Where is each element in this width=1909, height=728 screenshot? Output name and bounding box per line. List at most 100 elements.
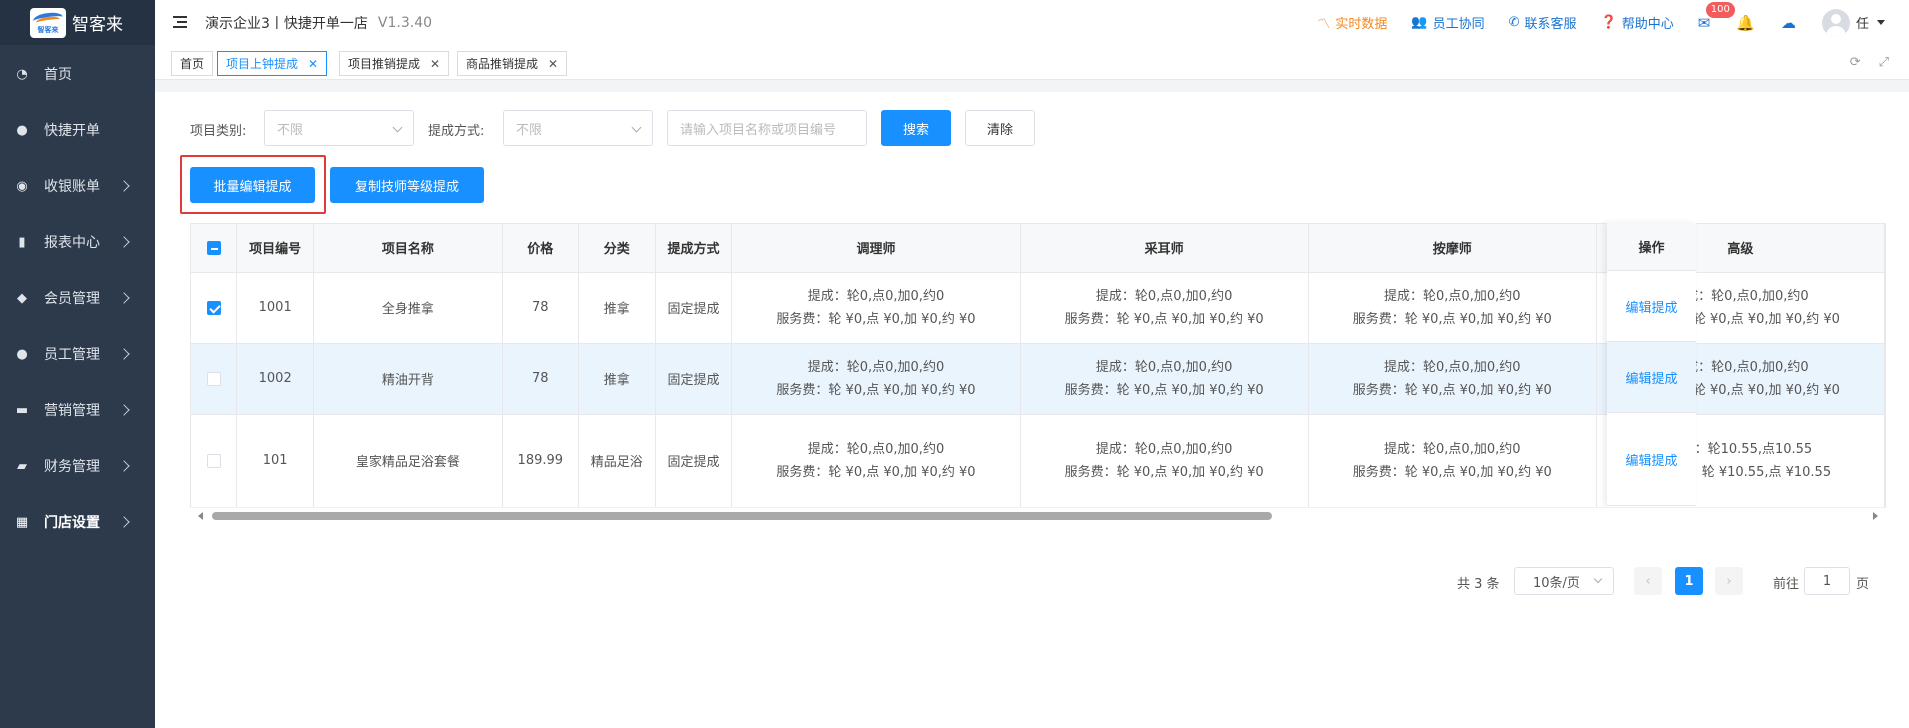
- diamond-icon: ◆: [17, 290, 27, 306]
- scroll-thumb[interactable]: [212, 512, 1272, 520]
- grid-icon: ▦: [15, 514, 29, 530]
- user-icon: ●: [16, 346, 28, 362]
- col-therapist: 调理师: [731, 224, 1021, 273]
- edit-commission-link[interactable]: 编辑提成: [1607, 271, 1696, 342]
- money-bag-icon: ●: [16, 122, 28, 138]
- cloud-icon: ☁: [1780, 13, 1796, 32]
- close-icon[interactable]: ✕: [430, 57, 440, 71]
- prev-page-button[interactable]: ‹: [1634, 567, 1662, 595]
- chevron-right-icon: [118, 292, 130, 304]
- copy-level-button[interactable]: 复制技师等级提成: [330, 167, 484, 203]
- scroll-right-icon[interactable]: [1873, 512, 1878, 520]
- horizontal-scrollbar[interactable]: [190, 507, 1886, 523]
- next-page-button[interactable]: ›: [1715, 567, 1743, 595]
- help-center-link[interactable]: ❓ 帮助中心: [1601, 13, 1674, 32]
- edit-commission-link[interactable]: 编辑提成: [1607, 342, 1696, 413]
- sidebar-item-quick-order[interactable]: ● 快捷开单: [0, 102, 155, 158]
- contact-service-link[interactable]: ✆ 联系客服: [1509, 13, 1577, 32]
- notification-button[interactable]: 🔔: [1736, 14, 1755, 32]
- row-checkbox[interactable]: [206, 300, 221, 315]
- content-divider: [155, 80, 1909, 92]
- category-select[interactable]: 不限: [264, 110, 414, 146]
- row-checkbox[interactable]: [206, 371, 221, 386]
- briefcase-icon: ▬: [15, 402, 29, 418]
- logo-text: 智客来: [72, 15, 123, 35]
- search-input[interactable]: 请输入项目名称或项目编号: [667, 110, 867, 146]
- tab-tools: ⟳ ⤢: [1850, 55, 1889, 70]
- bar-chart-icon: ▮: [18, 234, 26, 250]
- scroll-left-icon[interactable]: [198, 512, 203, 520]
- sidebar-menu: ◔ 首页 ● 快捷开单 ◉ 收银账单 ▮ 报表中心 ◆ 会员管理 ● 员工管理 ▬ 营销管理 …: [0, 46, 155, 550]
- pagination-total: 共 3 条: [1457, 577, 1500, 592]
- phone-icon: ✆: [1508, 15, 1520, 30]
- col-price: 价格: [502, 224, 579, 273]
- sidebar: 智客来 智客来 ◔ 首页 ● 快捷开单 ◉ 收银账单 ▮ 报表中心 ◆ 会员管理 ● 员工管…: [0, 0, 155, 728]
- realtime-data-link[interactable]: 〽实时数据: [1317, 13, 1387, 32]
- chevron-left-icon: ‹: [1645, 573, 1651, 589]
- mail-button[interactable]: ✉ 100: [1698, 1, 1735, 32]
- operation-column: 操作 编辑提成 编辑提成 编辑提成: [1607, 223, 1696, 507]
- question-icon: ❓: [1600, 15, 1617, 30]
- tabs-bar: 首页 项目上钟提成 ✕ 项目推销提成 ✕ 商品推销提成 ✕ ⟳ ⤢: [155, 45, 1909, 80]
- close-icon[interactable]: ✕: [548, 57, 558, 71]
- clear-button[interactable]: 清除: [965, 110, 1035, 146]
- search-button[interactable]: 搜索: [881, 110, 951, 146]
- user-name[interactable]: 任: [1856, 13, 1869, 32]
- sidebar-item-staff[interactable]: ● 员工管理: [0, 326, 155, 382]
- refresh-icon[interactable]: ⟳: [1850, 55, 1861, 70]
- brand-logo-icon: 智客来: [30, 7, 66, 38]
- app-version: V1.3.40: [377, 14, 433, 31]
- sidebar-item-marketing[interactable]: ▬ 营销管理: [0, 382, 155, 438]
- select-all-cell[interactable]: [191, 224, 238, 273]
- chevron-down-icon: [392, 122, 403, 133]
- chevron-right-icon: [118, 180, 130, 192]
- team-icon: 👥: [1411, 15, 1428, 30]
- col-operation: 操作: [1607, 223, 1696, 271]
- sidebar-item-home[interactable]: ◔ 首页: [0, 46, 155, 102]
- edit-commission-link[interactable]: 编辑提成: [1607, 413, 1696, 506]
- chevron-right-icon: ›: [1726, 573, 1732, 589]
- menu-toggle-icon[interactable]: [173, 15, 189, 30]
- tab-project-sales-commission[interactable]: 项目推销提成 ✕: [339, 51, 450, 76]
- tab-home[interactable]: 首页: [171, 51, 214, 76]
- company-name: 演示企业3丨快捷开单一店: [205, 15, 368, 32]
- col-code: 项目编号: [236, 224, 315, 273]
- chevron-right-icon: [118, 460, 130, 472]
- col-ear-cleaner: 采耳师: [1020, 224, 1309, 273]
- fullscreen-icon[interactable]: ⤢: [1879, 55, 1889, 70]
- sidebar-item-store-settings[interactable]: ▦ 门店设置: [0, 494, 155, 550]
- col-category: 分类: [578, 224, 656, 273]
- close-icon[interactable]: ✕: [308, 57, 318, 71]
- sidebar-item-members[interactable]: ◆ 会员管理: [0, 270, 155, 326]
- tab-project-commission[interactable]: 项目上钟提成 ✕: [217, 51, 328, 76]
- cloud-button[interactable]: ☁: [1781, 14, 1796, 32]
- page-size-select[interactable]: 10条/页: [1514, 567, 1614, 595]
- goto-page-input[interactable]: 1: [1804, 567, 1850, 595]
- method-label: 提成方式:: [428, 124, 485, 139]
- sidebar-item-finance[interactable]: ▰ 财务管理: [0, 438, 155, 494]
- category-label: 项目类别:: [190, 124, 247, 139]
- avatar[interactable]: [1821, 8, 1850, 37]
- staff-collab-link[interactable]: 👥 员工协同: [1411, 13, 1484, 32]
- select-all-checkbox[interactable]: [206, 240, 221, 255]
- logo[interactable]: 智客来 智客来: [0, 0, 155, 45]
- top-header: 演示企业3丨快捷开单一店 V1.3.40 〽实时数据 👥 员工协同 ✆ 联系客服 ❓…: [155, 0, 1909, 45]
- page-number-button[interactable]: 1: [1675, 567, 1703, 595]
- sidebar-item-bills[interactable]: ◉ 收银账单: [0, 158, 155, 214]
- row-checkbox[interactable]: [206, 453, 221, 468]
- trend-icon: 〽: [1317, 17, 1331, 32]
- chevron-right-icon: [118, 236, 130, 248]
- chevron-right-icon: [118, 348, 130, 360]
- chevron-down-icon: [631, 122, 642, 133]
- method-select[interactable]: 不限: [503, 110, 653, 146]
- caret-down-icon[interactable]: [1877, 20, 1885, 25]
- dashboard-icon: ◔: [16, 66, 28, 82]
- chevron-right-icon: [118, 404, 130, 416]
- chevron-down-icon: [1593, 574, 1603, 584]
- sidebar-item-reports[interactable]: ▮ 报表中心: [0, 214, 155, 270]
- bell-icon: 🔔: [1736, 13, 1755, 32]
- tab-product-sales-commission[interactable]: 商品推销提成 ✕: [457, 51, 568, 76]
- col-masseur: 按摩师: [1308, 224, 1597, 273]
- batch-edit-button[interactable]: 批量编辑提成: [190, 167, 315, 203]
- chevron-right-icon: [118, 516, 130, 528]
